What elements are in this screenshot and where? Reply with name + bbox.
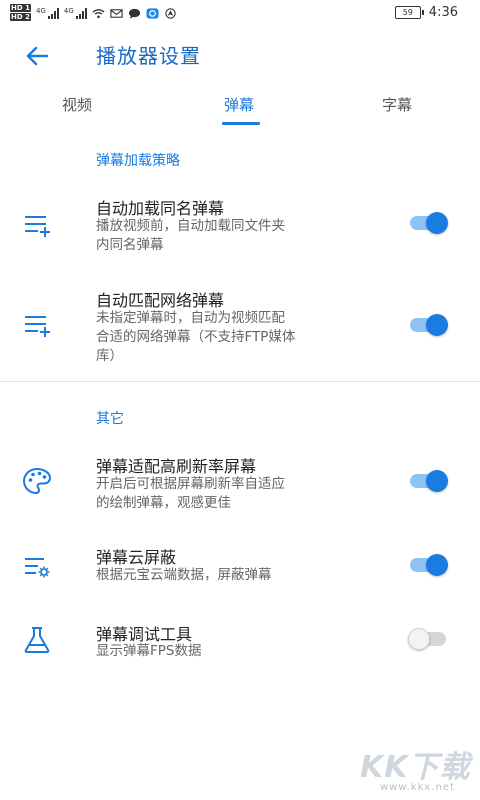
setting-row-debug-tool[interactable]: 弹幕调试工具 显示弹幕FPS数据 [0, 619, 480, 669]
tab-bar: 视频 弹幕 字幕 [0, 84, 480, 128]
tab-video[interactable]: 视频 [62, 94, 92, 115]
watermark: KK下载 www.kkx.net [360, 738, 478, 798]
setting-description: 未指定弹幕时，自动为视频匹配 合适的网络弹幕（不支持FTP媒体 库） [96, 310, 296, 364]
playlist-add-icon [25, 216, 50, 237]
setting-row-auto-load-same-name[interactable]: 自动加载同名弹幕 播放视频前，自动加载同文件夹 内同名弹幕 [0, 190, 480, 275]
battery-icon: 59 [394, 6, 424, 19]
mail-icon [110, 8, 123, 18]
section-title-loading-strategy: 弹幕加载策略 [96, 153, 180, 169]
app-header: 播放器设置 [0, 30, 480, 80]
app-notification-icon [146, 7, 159, 19]
setting-title: 弹幕适配高刷新率屏幕 [96, 457, 257, 476]
palette-icon [22, 467, 52, 495]
toggle-switch[interactable] [410, 212, 448, 234]
toggle-switch[interactable] [408, 628, 446, 650]
hd-indicator: HD 1 HD 2 [10, 4, 31, 21]
list-settings-icon [25, 558, 50, 578]
toggle-switch[interactable] [410, 470, 448, 492]
tab-subtitle[interactable]: 字幕 [382, 94, 412, 115]
setting-row-auto-match-network[interactable]: 自动匹配网络弹幕 未指定弹幕时，自动为视频匹配 合适的网络弹幕（不支持FTP媒体… [0, 282, 480, 377]
setting-title: 自动匹配网络弹幕 [96, 291, 225, 310]
setting-description: 播放视频前，自动加载同文件夹 内同名弹幕 [96, 218, 285, 253]
wifi-icon [92, 8, 105, 18]
playlist-add-icon [25, 316, 50, 337]
setting-title: 弹幕云屏蔽 [96, 548, 177, 567]
signal-icon: 4G [36, 7, 59, 19]
clock: 4:36 [428, 5, 458, 20]
tab-active-indicator [222, 122, 260, 125]
status-bar: HD 1 HD 2 4G 4G 59 4:36 [0, 0, 480, 26]
toggle-switch[interactable] [410, 554, 448, 576]
flask-icon [24, 627, 50, 653]
tab-danmaku[interactable]: 弹幕 [224, 94, 254, 115]
chat-icon [128, 8, 140, 19]
setting-description: 显示弹幕FPS数据 [96, 643, 202, 659]
section-title-other: 其它 [96, 411, 124, 427]
back-arrow-icon[interactable] [24, 42, 52, 70]
setting-row-cloud-block[interactable]: 弹幕云屏蔽 根据元宝云端数据，屏蔽弹幕 [0, 541, 480, 591]
signal-icon: 4G [64, 7, 87, 19]
navigation-icon [165, 7, 176, 19]
watermark-url: www.kkx.net [380, 782, 455, 793]
toggle-switch[interactable] [410, 314, 448, 336]
watermark-logo: KK下载 [360, 750, 471, 785]
page-title: 播放器设置 [96, 44, 201, 68]
setting-description: 开启后可根据屏幕刷新率自适应 的绘制弹幕，观感更佳 [96, 476, 285, 511]
section-divider [0, 381, 480, 382]
setting-title: 自动加载同名弹幕 [96, 199, 225, 218]
setting-row-high-refresh-rate[interactable]: 弹幕适配高刷新率屏幕 开启后可根据屏幕刷新率自适应 的绘制弹幕，观感更佳 [0, 450, 480, 520]
setting-description: 根据元宝云端数据，屏蔽弹幕 [96, 567, 272, 583]
